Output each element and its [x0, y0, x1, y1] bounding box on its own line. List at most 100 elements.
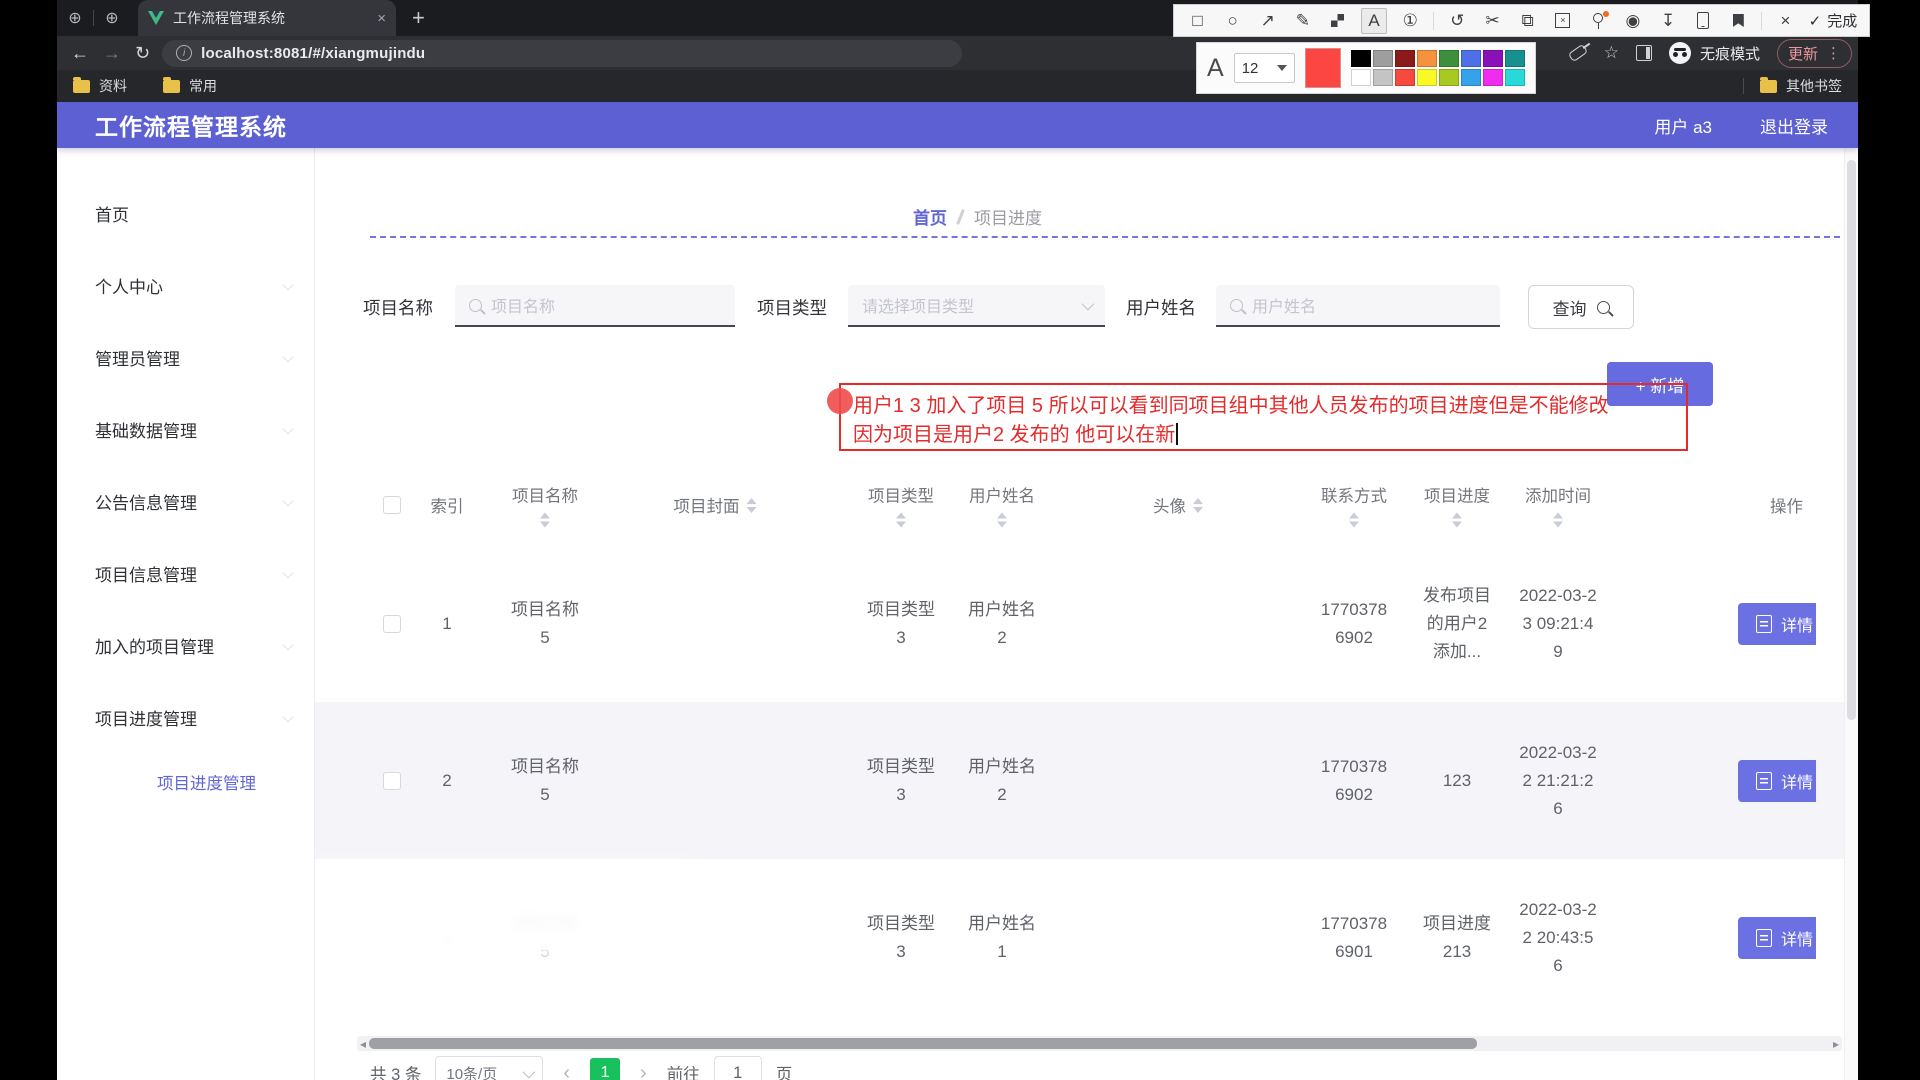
- scroll-left-icon[interactable]: ◂: [357, 1037, 369, 1051]
- header-user[interactable]: 用户姓名: [964, 483, 1040, 528]
- sort-icon[interactable]: [997, 513, 1007, 528]
- sidebar-item-progress[interactable]: 项目进度管理: [57, 681, 314, 753]
- type-filter-select[interactable]: 请选择项目类型: [848, 285, 1105, 327]
- arrow-tool-icon[interactable]: ↗: [1256, 9, 1280, 33]
- header-progress[interactable]: 项目进度: [1424, 483, 1490, 528]
- header-type[interactable]: 项目类型: [863, 483, 939, 528]
- palette-color[interactable]: [1417, 50, 1437, 67]
- sidebar-item-joined[interactable]: 加入的项目管理: [57, 609, 314, 681]
- sort-icon[interactable]: [747, 498, 757, 513]
- palette-color[interactable]: [1417, 69, 1437, 86]
- palette-color[interactable]: [1395, 50, 1415, 67]
- name-filter-input[interactable]: 项目名称: [455, 285, 735, 327]
- record-icon[interactable]: ◉: [1621, 9, 1645, 33]
- palette-color[interactable]: [1395, 69, 1415, 86]
- undo-icon[interactable]: ↺: [1445, 9, 1469, 33]
- reload-icon[interactable]: ↻: [135, 43, 150, 64]
- detail-button[interactable]: 详情: [1738, 603, 1816, 645]
- sort-icon[interactable]: [1553, 513, 1563, 528]
- sort-icon[interactable]: [1452, 513, 1462, 528]
- header-contact[interactable]: 联系方式: [1321, 483, 1387, 528]
- palette-color[interactable]: [1483, 69, 1503, 86]
- detail-button[interactable]: 详情: [1738, 917, 1816, 959]
- new-tab-button[interactable]: +: [412, 7, 425, 29]
- palette-color[interactable]: [1505, 69, 1525, 86]
- pin-icon[interactable]: [1586, 9, 1610, 33]
- sidebar-item-admin[interactable]: 管理员管理: [57, 321, 314, 393]
- row-checkbox[interactable]: [383, 615, 401, 633]
- logout-link[interactable]: 退出登录: [1760, 113, 1828, 138]
- done-button[interactable]: ✓完成: [1809, 10, 1858, 31]
- page-size-select[interactable]: 10条/页: [435, 1056, 543, 1080]
- step-number-tool-icon[interactable]: ①: [1398, 9, 1422, 33]
- palette-color[interactable]: [1505, 50, 1525, 67]
- menu-dots-icon[interactable]: ⋮: [1826, 44, 1841, 62]
- select-all-checkbox[interactable]: [383, 496, 401, 514]
- side-panel-icon[interactable]: [1636, 45, 1652, 61]
- palette-color[interactable]: [1461, 50, 1481, 67]
- bookmark-star-icon[interactable]: ☆: [1604, 43, 1619, 63]
- password-key-icon[interactable]: [1567, 44, 1587, 63]
- ellipse-tool-icon[interactable]: ○: [1221, 9, 1245, 33]
- back-icon[interactable]: ←: [71, 43, 89, 64]
- header-cover[interactable]: 项目封面: [674, 493, 757, 517]
- palette-color[interactable]: [1483, 50, 1503, 67]
- header-avatar[interactable]: 头像: [1153, 493, 1203, 517]
- text-tool-icon[interactable]: A: [1361, 8, 1387, 34]
- sort-icon[interactable]: [1193, 498, 1203, 513]
- vertical-scrollbar[interactable]: [1844, 148, 1858, 1080]
- sidebar-item-projectinfo[interactable]: 项目信息管理: [57, 537, 314, 609]
- info-icon[interactable]: i: [176, 45, 192, 61]
- annotation-handle-icon[interactable]: [827, 388, 853, 414]
- sidebar-item-notice[interactable]: 公告信息管理: [57, 465, 314, 537]
- tab-close-icon[interactable]: ×: [377, 10, 386, 27]
- scrollbar-thumb[interactable]: [1847, 160, 1856, 720]
- sidebar-item-personal[interactable]: 个人中心: [57, 249, 314, 321]
- goto-page-input[interactable]: 1: [714, 1056, 762, 1080]
- update-button[interactable]: 更新 ⋮: [1777, 39, 1852, 68]
- sort-icon[interactable]: [540, 513, 550, 528]
- sort-icon[interactable]: [1349, 513, 1359, 528]
- prev-page-icon[interactable]: ‹: [557, 1062, 576, 1080]
- device-icon[interactable]: [1691, 9, 1715, 33]
- palette-color[interactable]: [1461, 69, 1481, 86]
- cut-icon[interactable]: ✂: [1481, 9, 1505, 33]
- row-checkbox[interactable]: [383, 772, 401, 790]
- palette-color[interactable]: [1373, 69, 1393, 86]
- font-size-select[interactable]: 12: [1234, 53, 1295, 83]
- sort-icon[interactable]: [896, 513, 906, 528]
- next-page-icon[interactable]: ›: [634, 1062, 653, 1080]
- bookmark-save-icon[interactable]: [1726, 9, 1750, 33]
- active-tab[interactable]: 工作流程管理系统 ×: [138, 0, 396, 36]
- current-page-button[interactable]: 1: [590, 1058, 620, 1080]
- translate-icon[interactable]: ⧉: [1516, 9, 1540, 33]
- user-filter-input[interactable]: 用户姓名: [1216, 285, 1500, 327]
- address-bar[interactable]: i localhost:8081/#/xiangmujindu: [162, 40, 962, 67]
- forward-icon[interactable]: →: [103, 43, 121, 64]
- palette-color[interactable]: [1351, 50, 1371, 67]
- palette-color[interactable]: [1439, 69, 1459, 86]
- palette-color[interactable]: [1373, 50, 1393, 67]
- rectangle-tool-icon[interactable]: □: [1186, 9, 1210, 33]
- scrollbar-thumb[interactable]: [369, 1038, 1477, 1049]
- detail-button[interactable]: 详情: [1738, 760, 1816, 802]
- bookmark-folder-1[interactable]: 资料: [73, 76, 127, 96]
- sidebar-item-home[interactable]: 首页: [57, 177, 314, 249]
- header-time[interactable]: 添加时间: [1525, 483, 1591, 528]
- header-name[interactable]: 项目名称: [507, 483, 583, 528]
- pinned-tab-1[interactable]: ⊕: [57, 0, 93, 36]
- sidebar-item-basedata[interactable]: 基础数据管理: [57, 393, 314, 465]
- palette-color[interactable]: [1351, 69, 1371, 86]
- mosaic-tool-icon[interactable]: [1326, 9, 1350, 33]
- other-bookmarks[interactable]: 其他书签: [1743, 76, 1842, 96]
- pinned-tab-2[interactable]: ⊕: [94, 0, 130, 36]
- current-color-swatch[interactable]: [1305, 48, 1341, 88]
- scroll-right-icon[interactable]: ▸: [1830, 1037, 1842, 1051]
- bookmark-folder-2[interactable]: 常用: [163, 76, 217, 96]
- cancel-icon[interactable]: ×: [1774, 9, 1798, 33]
- breadcrumb-home[interactable]: 首页: [913, 204, 947, 229]
- palette-color[interactable]: [1439, 50, 1459, 67]
- download-icon[interactable]: ↧: [1656, 9, 1680, 33]
- screen-capture-icon[interactable]: ×: [1551, 9, 1575, 33]
- current-user[interactable]: 用户 a3: [1654, 113, 1712, 138]
